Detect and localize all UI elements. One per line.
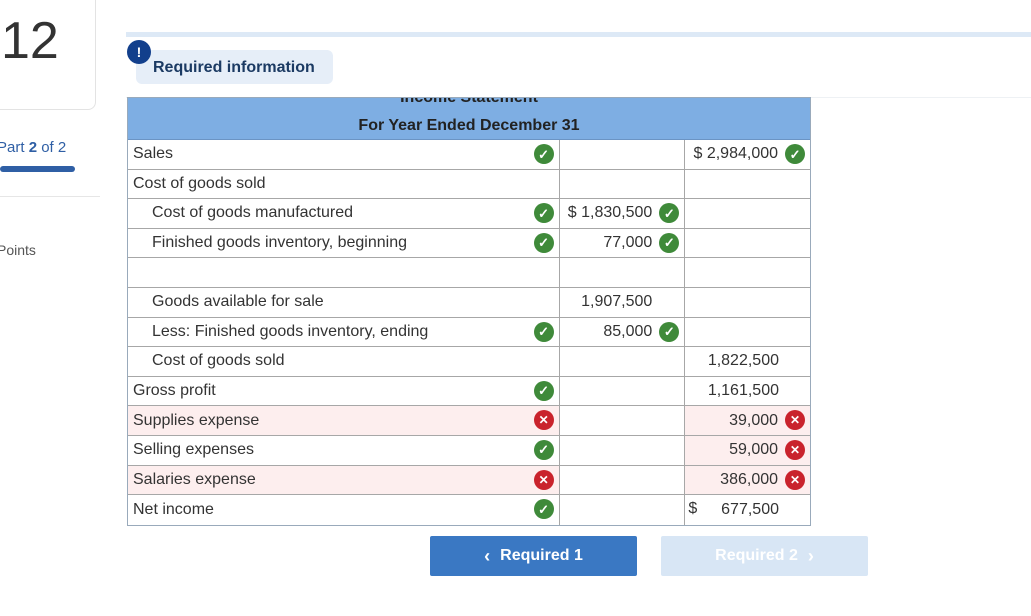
table-row: Less: Finished goods inventory, ending ✓ … — [128, 317, 810, 348]
check-icon: ✓ — [533, 380, 554, 401]
table-row: Goods available for sale 1,907,500 — [128, 287, 810, 318]
row-label-cell[interactable]: Selling expenses ✓ — [128, 435, 560, 465]
amount-input-right[interactable]: 59,000 ✕ — [685, 435, 811, 465]
amount-input-mid[interactable] — [560, 435, 686, 465]
row-label-cell[interactable]: Salaries expense ✕ — [128, 465, 560, 495]
chevron-right-icon: › — [807, 545, 814, 566]
amount-value-right: 1,822,500 — [707, 352, 779, 370]
row-label-cell[interactable]: Supplies expense ✕ — [128, 406, 560, 435]
sidebar-divider — [0, 196, 100, 197]
amount-input-mid[interactable] — [560, 495, 686, 525]
alert-icon: ! — [127, 40, 151, 64]
table-row: Sales ✓ $ 2,984,000 ✓ — [128, 140, 810, 170]
check-icon: ✓ — [533, 499, 554, 520]
check-icon: ✓ — [659, 321, 680, 342]
question-number: 12 — [1, 12, 59, 70]
required-1-button[interactable]: ‹ Required 1 — [430, 536, 637, 576]
part-indicator: Part 2 of 2 — [0, 139, 67, 156]
amount-input-right[interactable]: 39,000 ✕ — [685, 406, 811, 435]
amount-input-mid[interactable] — [560, 258, 686, 287]
x-icon: ✕ — [785, 469, 806, 490]
check-icon: ✓ — [659, 232, 680, 253]
statement-title: Income Statement — [128, 98, 810, 107]
check-icon: ✓ — [533, 232, 554, 253]
statement-header: Income Statement For Year Ended December… — [128, 98, 810, 140]
check-icon: ✓ — [659, 203, 680, 224]
table-row: Supplies expense ✕ 39,000 ✕ — [128, 406, 811, 436]
table-row: Salaries expense ✕ 386,000 ✕ — [128, 465, 811, 496]
required-information-label: Required information — [153, 59, 315, 76]
row-label-cell[interactable]: Less: Finished goods inventory, ending ✓ — [128, 317, 560, 347]
table-row: Cost of goods sold 1,822,500 — [128, 347, 810, 377]
amount-input-right[interactable] — [685, 318, 810, 347]
amount-input-right[interactable] — [685, 199, 810, 228]
amount-input-right[interactable]: $ 2,984,000 ✓ — [685, 140, 810, 169]
amount-input-mid — [560, 169, 686, 199]
question-number-card: 12 — [0, 0, 96, 110]
check-icon: ✓ — [533, 144, 554, 164]
part-progress-bar — [0, 166, 75, 172]
row-label-cell[interactable]: Cost of goods manufactured ✓ — [128, 199, 560, 228]
table-row: Finished goods inventory, beginning ✓ 77,… — [128, 228, 810, 259]
amount-input-mid[interactable] — [560, 465, 686, 495]
table-row — [128, 258, 810, 288]
amount-input-mid[interactable]: $ 1,830,500 ✓ — [560, 199, 686, 228]
row-label-cell: Cost of goods sold — [128, 169, 560, 199]
row-label-cell: Cost of goods sold — [128, 347, 560, 376]
amount-input-mid[interactable] — [560, 406, 686, 435]
amount-value-mid: 1,907,500 — [560, 287, 686, 317]
chevron-left-icon: ‹ — [484, 545, 491, 566]
table-row: Gross profit ✓ 1,161,500 — [128, 376, 810, 407]
x-icon: ✕ — [785, 439, 806, 460]
x-icon: ✕ — [533, 469, 554, 490]
amount-input-mid[interactable]: 85,000 ✓ — [560, 317, 686, 347]
check-icon: ✓ — [785, 144, 806, 164]
statement-subtitle: For Year Ended December 31 — [358, 117, 580, 134]
amount-input-right[interactable] — [685, 258, 810, 287]
table-row: Net income ✓ $677,500 — [128, 495, 810, 525]
check-icon: ✓ — [533, 203, 554, 224]
amount-value-right: 1,161,500 — [707, 382, 779, 400]
required-2-button: Required 2 › — [661, 536, 868, 576]
row-label-cell[interactable] — [128, 258, 560, 287]
income-statement-table: Income Statement For Year Ended December… — [127, 97, 811, 526]
row-label-cell[interactable]: Sales ✓ — [128, 140, 560, 169]
table-row: Cost of goods manufactured ✓ $ 1,830,500 ✓ — [128, 199, 810, 229]
x-icon: ✕ — [533, 410, 554, 431]
amount-input-mid[interactable] — [560, 140, 686, 169]
top-strip — [126, 32, 1031, 37]
check-icon: ✓ — [533, 439, 554, 460]
table-row: Cost of goods sold — [128, 169, 810, 200]
amount-input-right[interactable]: 386,000 ✕ — [685, 465, 811, 495]
points-label: Points — [0, 242, 36, 258]
row-label-cell[interactable]: Finished goods inventory, beginning ✓ — [128, 228, 560, 258]
table-row: Selling expenses ✓ 59,000 ✕ — [128, 435, 811, 466]
amount-input-right[interactable] — [685, 229, 810, 258]
check-icon: ✓ — [533, 321, 554, 342]
required-information-tab[interactable]: Required information — [136, 50, 333, 84]
amount-value-right — [685, 288, 810, 317]
row-label-cell[interactable]: Net income ✓ — [128, 495, 560, 525]
amount-value-right: $677,500 — [688, 500, 779, 518]
row-label-cell[interactable]: Gross profit ✓ — [128, 376, 560, 406]
amount-input-right — [685, 170, 810, 199]
amount-value-mid — [560, 347, 686, 376]
row-label-cell: Goods available for sale — [128, 287, 560, 317]
x-icon: ✕ — [785, 410, 806, 431]
amount-input-mid[interactable]: 77,000 ✓ — [560, 228, 686, 258]
amount-input-mid[interactable] — [560, 376, 686, 406]
